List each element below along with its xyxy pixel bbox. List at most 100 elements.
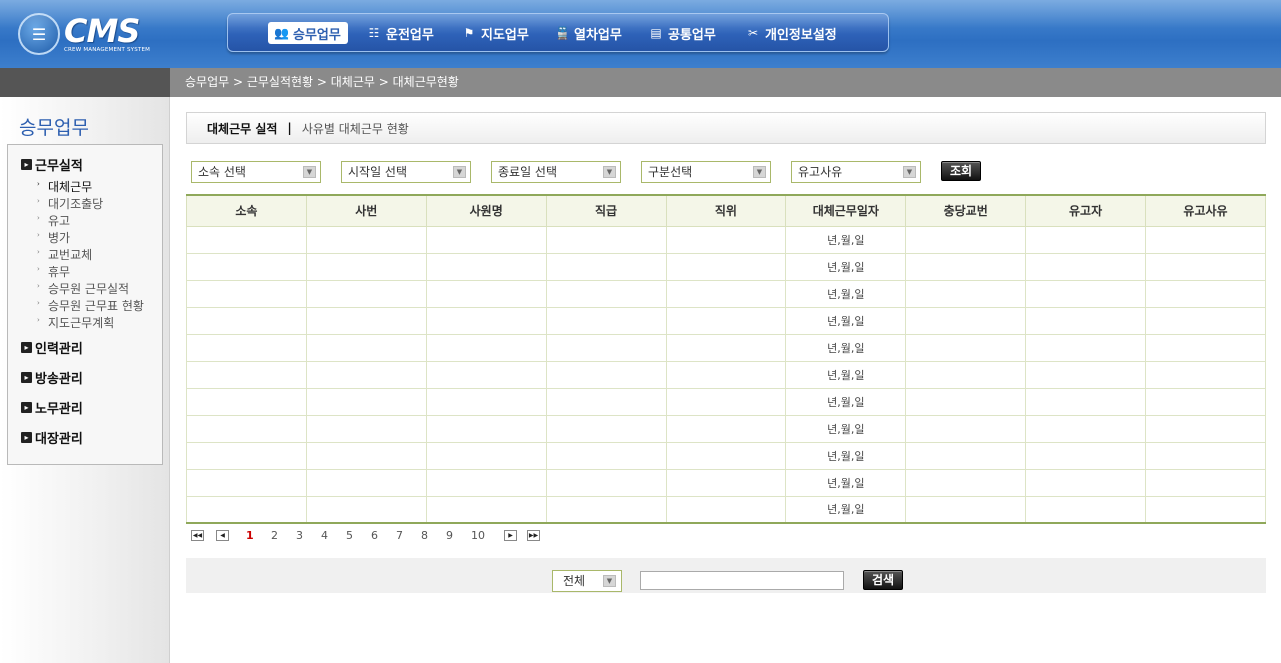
reason-select[interactable]: 유고사유 ▼: [791, 161, 921, 183]
search-scope-select[interactable]: 전체 ▼: [552, 570, 622, 592]
sidebar-section-personnel[interactable]: ▸ 인력관리: [21, 338, 83, 357]
next-page-icon[interactable]: ▶: [504, 530, 517, 541]
sidebar-section-labor[interactable]: ▸ 노무관리: [21, 398, 83, 417]
table-cell: 년,월,일: [785, 360, 907, 389]
page-link[interactable]: 7: [396, 529, 403, 542]
page-link[interactable]: 1: [246, 529, 254, 542]
nav-label: 공통업무: [668, 27, 716, 43]
table-row[interactable]: 년,월,일: [186, 441, 1266, 470]
table-cell: [905, 360, 1027, 389]
column-header[interactable]: 직위: [665, 194, 787, 227]
table-cell: [186, 468, 307, 497]
sidebar-item-label: 승무원 근무실적: [48, 282, 130, 296]
table-cell: [305, 495, 427, 524]
nav-train-work[interactable]: 🚆 열차업무: [555, 22, 622, 44]
table-cell: [186, 414, 307, 443]
cms-logo[interactable]: ☰ CMS CREW MANAGEMENT SYSTEM: [18, 12, 150, 56]
table-cell: [305, 279, 427, 308]
column-header[interactable]: 유고사유: [1145, 194, 1266, 227]
page-link[interactable]: 2: [271, 529, 278, 542]
nav-personal-settings[interactable]: ✂ 개인정보설정: [746, 22, 837, 44]
query-button[interactable]: 조회: [941, 161, 981, 181]
table-cell: [1025, 252, 1146, 281]
table-cell: [425, 252, 547, 281]
column-header[interactable]: 충당교번: [905, 194, 1027, 227]
table-cell: [545, 441, 667, 470]
page-link[interactable]: 8: [421, 529, 428, 542]
select-value: 전체: [563, 574, 586, 588]
table-row[interactable]: 년,월,일: [186, 468, 1266, 497]
table-cell: [1145, 306, 1266, 335]
sidebar-item-label: 휴무: [48, 265, 71, 279]
search-button[interactable]: 검색: [863, 570, 903, 590]
affiliation-select[interactable]: 소속 선택 ▼: [191, 161, 321, 183]
table-row[interactable]: 년,월,일: [186, 387, 1266, 416]
nav-driving-work[interactable]: ☷ 운전업무: [367, 22, 434, 44]
table-cell: [905, 441, 1027, 470]
arrow-icon: ›: [37, 264, 40, 273]
arrow-icon: ›: [37, 196, 40, 205]
logo-subtitle: CREW MANAGEMENT SYSTEM: [64, 46, 151, 53]
column-header[interactable]: 대체근무일자: [785, 194, 907, 227]
sidebar-item-crew-record[interactable]: › 승무원 근무실적: [37, 280, 129, 297]
page-link[interactable]: 4: [321, 529, 328, 542]
sidebar-item-standby[interactable]: › 대기조출당: [37, 195, 103, 212]
column-header[interactable]: 사번: [305, 194, 427, 227]
sidebar-item-guidance-plan[interactable]: › 지도근무계획: [37, 314, 114, 331]
nav-crew-work[interactable]: 👥 승무업무: [268, 22, 348, 44]
start-date-select[interactable]: 시작일 선택 ▼: [341, 161, 471, 183]
table-cell: [545, 252, 667, 281]
table-row[interactable]: 년,월,일: [186, 252, 1266, 281]
sidebar-item-shift-exchange[interactable]: › 교번교체: [37, 246, 92, 263]
nav-guidance-work[interactable]: ⚑ 지도업무: [462, 22, 529, 44]
table-cell: [1025, 387, 1146, 416]
table-row[interactable]: 년,월,일: [186, 279, 1266, 308]
table-cell: 년,월,일: [785, 441, 907, 470]
search-input[interactable]: [640, 571, 844, 590]
page-link[interactable]: 3: [296, 529, 303, 542]
table-cell: [1145, 252, 1266, 281]
sidebar-section-broadcast[interactable]: ▸ 방송관리: [21, 368, 83, 387]
page-link[interactable]: 5: [346, 529, 353, 542]
substitute-work-table: 소속 사번 사원명 직급 직위 대체근무일자 충당교번 유고자 유고사유 년,월…: [186, 194, 1266, 524]
table-cell: 년,월,일: [785, 414, 907, 443]
page-link[interactable]: 9: [446, 529, 453, 542]
page-link[interactable]: 6: [371, 529, 378, 542]
table-cell: [305, 333, 427, 362]
column-header[interactable]: 직급: [545, 194, 667, 227]
first-page-icon[interactable]: ◀◀: [191, 530, 204, 541]
sidebar-item-absence[interactable]: › 유고: [37, 212, 70, 229]
sidebar-section-work-record[interactable]: ▸ 근무실적: [21, 155, 83, 174]
table-row[interactable]: 년,월,일: [186, 306, 1266, 335]
table-cell: [425, 387, 547, 416]
column-header[interactable]: 사원명: [425, 194, 547, 227]
last-page-icon[interactable]: ▶▶: [527, 530, 540, 541]
table-cell: [186, 495, 307, 524]
sidebar-item-substitute-work[interactable]: › 대체근무: [37, 178, 92, 195]
category-select[interactable]: 구분선택 ▼: [641, 161, 771, 183]
prev-page-icon[interactable]: ◀: [216, 530, 229, 541]
table-cell: [665, 468, 787, 497]
table-row[interactable]: 년,월,일: [186, 495, 1266, 524]
sidebar-item-crew-schedule[interactable]: › 승무원 근무표 현황: [37, 297, 144, 314]
table-row[interactable]: 년,월,일: [186, 333, 1266, 362]
column-header[interactable]: 유고자: [1025, 194, 1146, 227]
page-link[interactable]: 10: [471, 529, 485, 542]
sidebar-section-ledger[interactable]: ▸ 대장관리: [21, 428, 83, 447]
table-cell: [545, 306, 667, 335]
nav-common-work[interactable]: ▤ 공통업무: [649, 22, 716, 44]
chevron-down-icon: ▼: [753, 166, 766, 178]
column-header[interactable]: 소속: [186, 194, 307, 227]
table-cell: [1025, 441, 1146, 470]
table-row[interactable]: 년,월,일: [186, 414, 1266, 443]
table-cell: [186, 225, 307, 254]
train-icon: 🚆: [555, 26, 570, 40]
sidebar-item-label: 교번교체: [48, 248, 93, 262]
sidebar-item-day-off[interactable]: › 휴무: [37, 263, 70, 280]
table-row[interactable]: 년,월,일: [186, 360, 1266, 389]
table-row[interactable]: 년,월,일: [186, 225, 1266, 254]
end-date-select[interactable]: 종료일 선택 ▼: [491, 161, 621, 183]
sidebar-item-sick-leave[interactable]: › 병가: [37, 229, 70, 246]
table-cell: [545, 225, 667, 254]
table-cell: [545, 387, 667, 416]
